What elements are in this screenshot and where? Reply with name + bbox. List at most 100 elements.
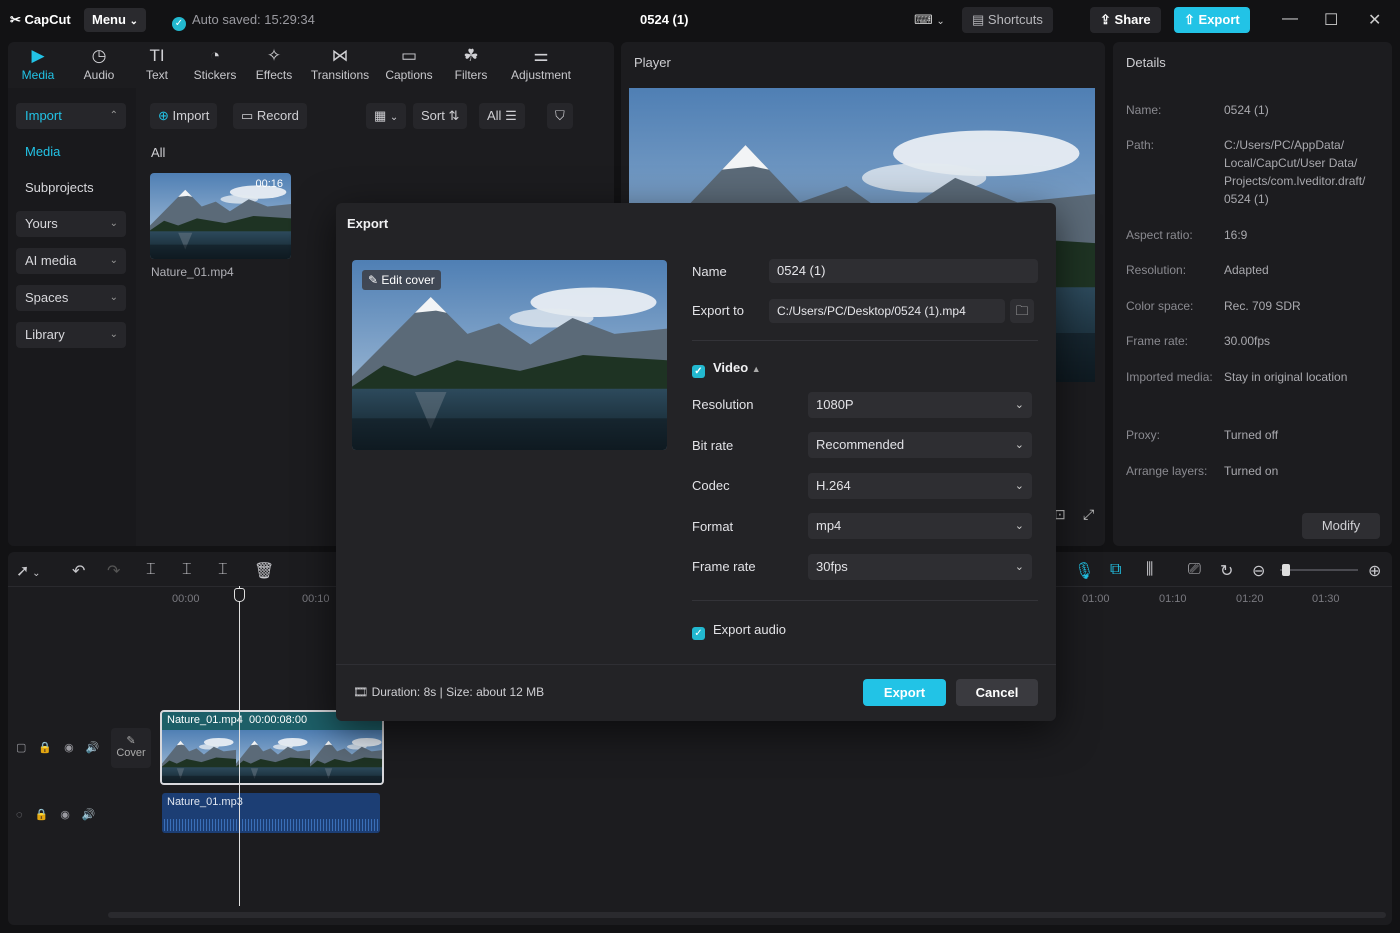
maximize-icon[interactable]: ☐ [1324, 10, 1338, 30]
sidebar-import[interactable]: Import ⌃ [16, 103, 126, 129]
format-value: mp4 [816, 518, 842, 533]
zoom-out-icon[interactable]: ⊖ [1252, 561, 1265, 581]
video-clip[interactable]: Nature_01.mp4 00:00:08:00 [160, 710, 384, 785]
shortcuts-button[interactable]: ▤ Shortcuts [962, 7, 1053, 33]
media-icon: ▶ [31, 46, 45, 65]
detail-value: 0524 (1) [1224, 103, 1269, 117]
magnet-icon[interactable]: ⧉ [1110, 561, 1121, 579]
import-button[interactable]: ⊕ Import [150, 103, 218, 129]
split-right-icon[interactable]: ⌶ [218, 561, 228, 579]
tool-stickers[interactable]: ◔ Stickers [187, 46, 243, 82]
timeline-scrollbar[interactable] [108, 912, 1386, 918]
detail-value: C:/Users/PC/AppData/ Local/CapCut/User D… [1224, 138, 1366, 206]
audio-clip[interactable]: Nature_01.mp3 [162, 793, 380, 833]
chevron-down-icon: ⌄ [1014, 480, 1024, 492]
video-section-toggle[interactable]: ✓ Video ▲ [692, 360, 761, 378]
tool-effects[interactable]: ✧ Effects [246, 46, 302, 82]
lock-icon[interactable]: 🔒 [35, 808, 49, 821]
media-filter-label: All [151, 145, 166, 160]
link-icon[interactable]: ⫼ [1146, 561, 1153, 579]
export-audio-toggle[interactable]: ✓ Export audio [692, 622, 786, 640]
redo-icon[interactable]: ↷ [107, 561, 120, 581]
split-left-icon[interactable]: ⌶ [182, 561, 192, 579]
volume-icon[interactable]: 🔊 [86, 741, 100, 754]
video-clip-frames [162, 730, 384, 785]
track-toggle-icon[interactable]: ▢ [16, 741, 26, 754]
all-filter-button[interactable]: All ☰ [479, 103, 525, 129]
undo-icon[interactable]: ↶ [72, 561, 85, 581]
cover-button[interactable]: ✎ Cover [111, 728, 151, 768]
player-title: Player [634, 55, 671, 70]
folder-icon[interactable]: 🗀 [1010, 299, 1034, 323]
sidebar-spaces[interactable]: Spaces ⌄ [16, 285, 126, 311]
sort-button[interactable]: Sort ⇅ [413, 103, 468, 129]
reset-icon[interactable]: ↻ [1220, 561, 1233, 581]
share-button[interactable]: ⇪ Share [1090, 7, 1161, 33]
tool-captions[interactable]: ▭ Captions [381, 46, 437, 82]
close-icon[interactable]: ✕ [1368, 10, 1381, 30]
menu-button[interactable]: Menu ⌄ [84, 8, 146, 32]
codec-label: Codec [692, 478, 730, 493]
resolution-select[interactable]: 1080P ⌄ [808, 392, 1032, 418]
export-path-input[interactable]: C:/Users/PC/Desktop/0524 (1).mp4 [769, 299, 1005, 323]
bitrate-select[interactable]: Recommended ⌄ [808, 432, 1032, 458]
sidebar-subprojects[interactable]: Subprojects [16, 175, 126, 201]
playhead-line[interactable] [239, 586, 240, 906]
codec-select[interactable]: H.264 ⌄ [808, 473, 1032, 499]
edit-cover-button[interactable]: ✎ Edit cover [362, 270, 441, 290]
fullscreen-icon[interactable]: ⤢ [1083, 506, 1094, 523]
tool-text[interactable]: TI Text [129, 46, 185, 82]
export-label: Export [1198, 12, 1240, 27]
funnel-icon: ⛉ [555, 108, 565, 123]
track-toggle-icon[interactable]: ◌ [16, 809, 23, 821]
filter-button[interactable]: ⛉ [547, 103, 573, 129]
export-dialog-title: Export [347, 216, 389, 231]
detail-label: Proxy: [1126, 428, 1161, 442]
media-thumbnail[interactable]: 00:16 [150, 173, 291, 259]
zoom-slider[interactable] [1280, 564, 1358, 576]
name-input[interactable]: 0524 (1) [769, 259, 1038, 283]
delete-icon[interactable]: 🗑 [254, 561, 274, 581]
divider [692, 340, 1038, 341]
eye-icon[interactable]: ◉ [64, 741, 74, 754]
sidebar-media[interactable]: Media [16, 139, 126, 165]
sidebar-yours[interactable]: Yours ⌄ [16, 211, 126, 237]
cancel-button[interactable]: Cancel [956, 679, 1038, 706]
volume-icon[interactable]: 🔊 [82, 808, 96, 821]
export-cover-preview[interactable]: ✎ Edit cover [352, 260, 667, 450]
caret-up-icon: ▲ [751, 364, 761, 374]
chevron-down-icon: ⌄ [1014, 439, 1024, 451]
preview-icon[interactable]: ⎚ [1188, 561, 1201, 579]
tool-audio[interactable]: ◷ Audio [71, 46, 127, 82]
format-select[interactable]: mp4 ⌄ [808, 513, 1032, 539]
zoom-slider-handle[interactable] [1282, 564, 1290, 576]
select-tool-icon[interactable]: ➚ ⌄ [16, 561, 41, 581]
app-logo: ✂ CapCut [10, 12, 71, 28]
microphone-icon[interactable]: 🎙 [1074, 561, 1094, 581]
split-icon[interactable]: ⌶ [146, 561, 156, 579]
record-button[interactable]: ▭ Record [233, 103, 307, 129]
framerate-select[interactable]: 30fps ⌄ [808, 554, 1032, 580]
sidebar-ai-media[interactable]: AI media ⌄ [16, 248, 126, 274]
checkbox-checked-icon[interactable]: ✓ [692, 365, 705, 378]
clip-duration: 00:16 [255, 178, 283, 190]
checkbox-checked-icon[interactable]: ✓ [692, 627, 705, 640]
tool-filters[interactable]: ☘ Filters [443, 46, 499, 82]
cover-label: Cover [116, 747, 146, 759]
sidebar-library[interactable]: Library ⌄ [16, 322, 126, 348]
minimize-icon[interactable]: — [1282, 10, 1298, 28]
zoom-in-icon[interactable]: ⊕ [1368, 561, 1381, 581]
share-label: Share [1114, 12, 1151, 27]
export-button[interactable]: Export [863, 679, 946, 706]
layout-button[interactable]: ⌨ ⌄ [904, 7, 955, 33]
lock-icon[interactable]: 🔒 [38, 741, 52, 754]
playhead-handle[interactable] [234, 588, 245, 602]
modify-button[interactable]: Modify [1302, 513, 1380, 539]
tool-media[interactable]: ▶ Media [10, 46, 66, 82]
tool-adjustment[interactable]: ⚌ Adjustment [506, 46, 576, 82]
eye-icon[interactable]: ◉ [60, 808, 70, 821]
export-top-button[interactable]: ⇧ Export [1174, 7, 1250, 33]
detail-value: 16:9 [1224, 228, 1248, 242]
tool-transitions[interactable]: ⋈ Transitions [307, 46, 373, 82]
view-toggle-button[interactable]: ▦ ⌄ [366, 103, 407, 129]
